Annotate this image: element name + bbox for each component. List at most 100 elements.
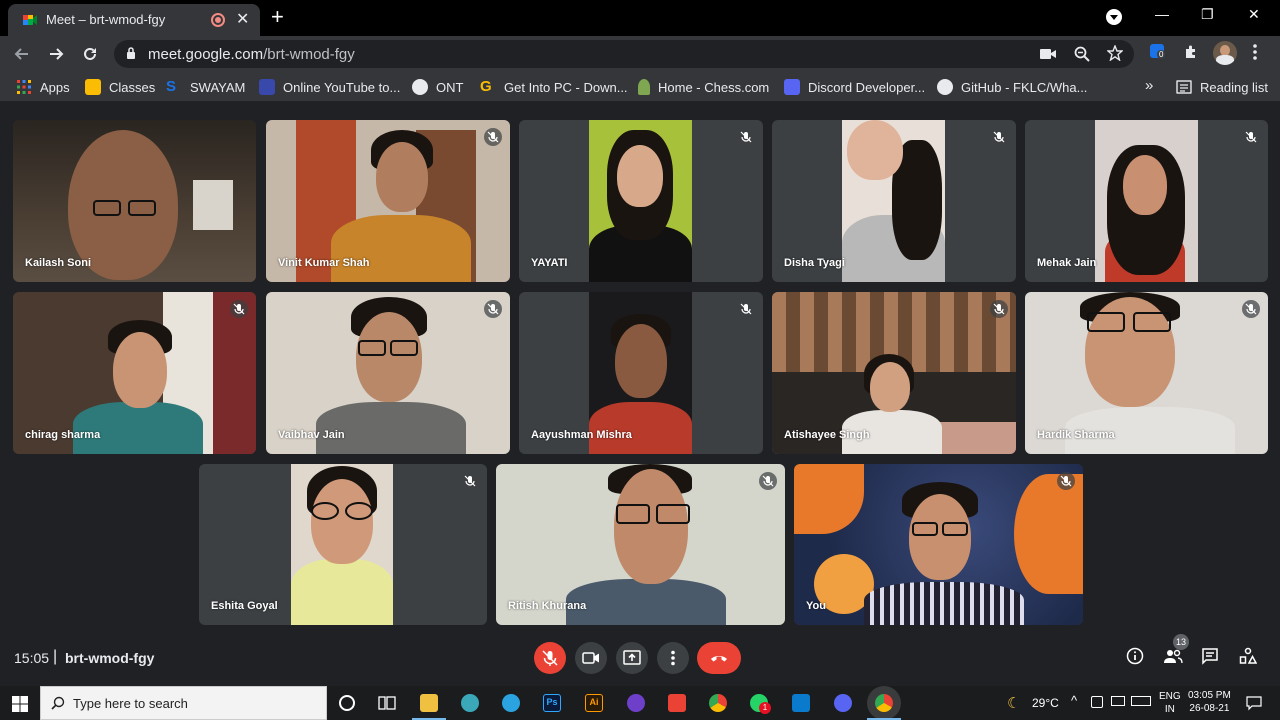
globe-icon xyxy=(412,79,428,95)
tab-close-icon[interactable]: ✕ xyxy=(236,9,249,29)
present-screen-button[interactable] xyxy=(616,642,648,674)
bookmark-discord[interactable]: Discord Developer... xyxy=(784,79,925,95)
extension-badge: 0 xyxy=(1157,50,1166,59)
tab-search-icon[interactable] xyxy=(1106,9,1122,25)
hang-up-icon xyxy=(711,656,727,662)
meeting-details-icon[interactable] xyxy=(1126,647,1144,665)
participant-tile[interactable]: Vaibhav Jain xyxy=(266,292,510,454)
participant-tile[interactable]: Eshita Goyal xyxy=(199,464,487,625)
participant-name: Vinit Kumar Shah xyxy=(278,257,370,269)
window-close-button[interactable]: ✕ xyxy=(1248,6,1260,23)
minimize-button[interactable]: — xyxy=(1155,6,1169,22)
photoshop-icon[interactable]: Ps xyxy=(543,694,561,712)
participant-name: Ritish Khurana xyxy=(508,600,587,612)
activities-icon[interactable] xyxy=(1239,647,1257,665)
input-language[interactable]: ENG IN xyxy=(1159,690,1181,716)
battery-icon[interactable] xyxy=(1111,696,1125,706)
system-clock[interactable]: 03:05 PM 26-08-21 xyxy=(1188,689,1231,715)
more-options-button[interactable] xyxy=(657,642,689,674)
participant-name: chirag sharma xyxy=(25,429,101,441)
participant-tile[interactable]: YAYATI xyxy=(519,120,763,282)
browser-tab-meet[interactable]: Meet – brt-wmod-fgy ✕ xyxy=(8,4,260,36)
extension-icon[interactable]: 0 xyxy=(1150,44,1166,59)
edge-browser-icon[interactable] xyxy=(461,694,479,712)
lock-icon[interactable] xyxy=(126,47,136,59)
participant-tile[interactable]: chirag sharma xyxy=(13,292,256,454)
bookmark-classes[interactable]: Classes xyxy=(85,79,155,95)
participant-tile[interactable]: Disha Tyagi xyxy=(772,120,1016,282)
chrome-icon[interactable] xyxy=(709,694,727,712)
bookmark-label: ONT xyxy=(436,79,464,95)
url-host: meet.google.com xyxy=(148,46,264,63)
address-bar[interactable]: meet.google.com/brt-wmod-fgy xyxy=(114,40,1134,68)
bookmark-youtube-converter[interactable]: Online YouTube to... xyxy=(259,79,400,95)
bookmark-chess[interactable]: Home - Chess.com xyxy=(638,79,769,95)
muted-mic-icon xyxy=(484,128,502,146)
weather-moon-icon[interactable]: ☾ xyxy=(1007,694,1020,712)
reading-list-label: Reading list xyxy=(1200,79,1268,95)
extensions-puzzle-icon[interactable] xyxy=(1183,44,1199,60)
illustrator-icon[interactable]: Ai xyxy=(585,694,603,712)
windows-taskbar: Type here to search Ps Ai 1 ☾ 29°C ^ ENG… xyxy=(0,686,1280,720)
profile-avatar[interactable] xyxy=(1213,41,1237,65)
new-tab-button[interactable]: + xyxy=(271,4,284,30)
bookmarks-overflow-icon[interactable]: » xyxy=(1145,77,1153,94)
participant-tile[interactable]: Hardik Sharma xyxy=(1025,292,1268,454)
bookmark-github[interactable]: GitHub - FKLC/Wha... xyxy=(937,79,1087,95)
more-vert-icon xyxy=(671,650,675,666)
more-menu-icon[interactable] xyxy=(1252,44,1258,60)
participant-tile[interactable]: Vinit Kumar Shah xyxy=(266,120,510,282)
file-explorer-icon[interactable] xyxy=(412,694,446,720)
people-icon[interactable] xyxy=(1163,647,1183,665)
show-hidden-icons-icon[interactable]: ^ xyxy=(1071,693,1077,708)
back-icon[interactable] xyxy=(14,46,30,62)
participant-tile[interactable]: Aayushman Mishra xyxy=(519,292,763,454)
github-desktop-icon[interactable] xyxy=(627,694,645,712)
restore-button[interactable]: ❐ xyxy=(1201,6,1214,23)
bookmark-ont[interactable]: ONT xyxy=(412,79,463,95)
meet-video-grid: Kailash Soni Vinit Kumar Shah YAYATI Dis… xyxy=(0,102,1280,686)
reload-icon[interactable] xyxy=(82,46,98,62)
zoom-icon[interactable] xyxy=(1074,46,1090,62)
gmail-icon[interactable] xyxy=(668,694,686,712)
bookmark-label: Discord Developer... xyxy=(808,79,926,95)
taskbar-search-box[interactable]: Type here to search xyxy=(40,686,327,720)
chrome-active-window-icon[interactable] xyxy=(867,694,901,720)
camera-toggle-button[interactable] xyxy=(575,642,607,674)
participant-name: Eshita Goyal xyxy=(211,600,278,612)
vscode-icon[interactable] xyxy=(792,694,810,712)
muted-mic-icon xyxy=(990,128,1008,146)
telegram-icon[interactable] xyxy=(502,694,520,712)
swayam-icon: S xyxy=(166,78,177,95)
participant-tile[interactable]: Kailash Soni xyxy=(13,120,256,282)
participant-tile-self[interactable]: You xyxy=(794,464,1083,625)
whatsapp-icon[interactable]: 1 xyxy=(750,694,771,714)
weather-temperature[interactable]: 29°C xyxy=(1032,696,1059,710)
bookmark-swayam[interactable]: S SWAYAM xyxy=(166,79,245,95)
participant-tile[interactable]: Mehak Jain xyxy=(1025,120,1268,282)
keyboard-icon[interactable] xyxy=(1131,696,1151,706)
participant-name: Aayushman Mishra xyxy=(531,429,632,441)
bookmark-getintopc[interactable]: G Get Into PC - Down... xyxy=(480,79,628,95)
task-view-icon[interactable] xyxy=(378,694,396,712)
participant-name: You xyxy=(806,600,826,612)
microphone-toggle-button[interactable] xyxy=(534,642,566,674)
muted-mic-icon xyxy=(990,300,1008,318)
windows-start-icon[interactable] xyxy=(12,696,28,712)
camera-in-use-icon[interactable] xyxy=(1040,48,1056,60)
device-icon[interactable] xyxy=(1091,696,1103,708)
bookmark-apps[interactable]: Apps xyxy=(16,79,70,95)
apps-grid-icon xyxy=(17,80,31,94)
google-meet-icon xyxy=(23,15,37,25)
reading-list-button[interactable]: Reading list xyxy=(1176,79,1268,95)
participant-tile[interactable]: Ritish Khurana xyxy=(496,464,785,625)
leave-call-button[interactable] xyxy=(697,642,741,674)
notifications-icon[interactable] xyxy=(1246,695,1262,711)
chat-icon[interactable] xyxy=(1201,647,1219,665)
chess-pawn-icon xyxy=(638,79,650,95)
cortana-icon[interactable] xyxy=(339,695,355,711)
forward-icon[interactable] xyxy=(48,46,64,62)
bookmark-star-icon[interactable] xyxy=(1107,45,1123,61)
participant-tile[interactable]: Atishayee Singh xyxy=(772,292,1016,454)
discord-taskbar-icon[interactable] xyxy=(834,694,852,712)
